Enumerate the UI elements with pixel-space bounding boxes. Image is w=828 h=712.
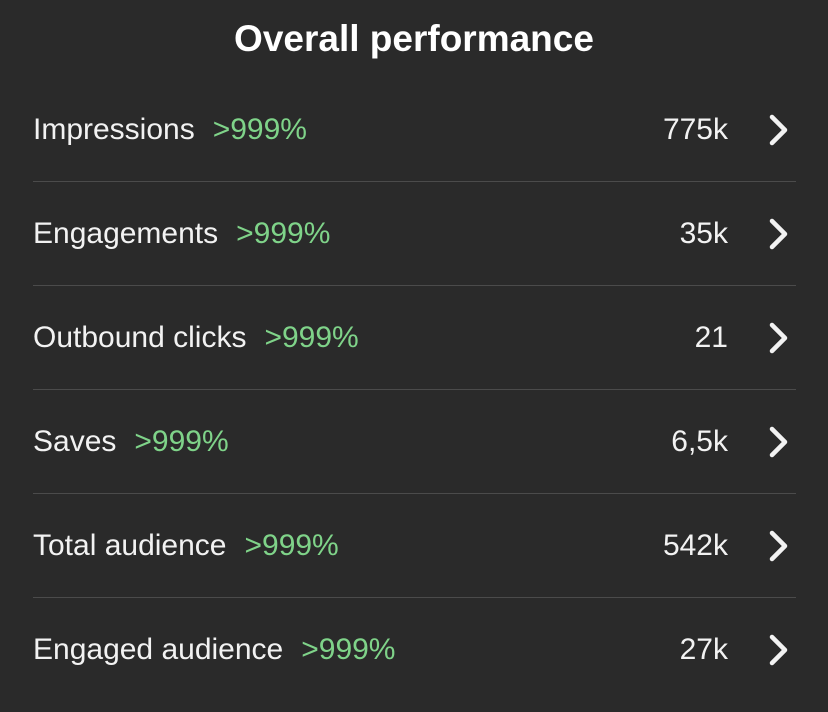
- metric-label-wrap: Engaged audience >999%: [33, 631, 395, 669]
- metric-label-wrap: Total audience >999%: [33, 527, 339, 565]
- metric-label-wrap: Saves >999%: [33, 423, 229, 461]
- chevron-right-icon[interactable]: [768, 217, 790, 251]
- metric-change: >999%: [212, 112, 307, 146]
- overall-performance-panel: Overall performance Impressions >999% 775…: [0, 0, 828, 712]
- metric-label: Engagements: [33, 216, 219, 250]
- metric-change: >999%: [236, 216, 331, 250]
- chevron-right-icon[interactable]: [768, 113, 790, 147]
- panel-title: Overall performance: [234, 18, 594, 59]
- metric-change: >999%: [264, 320, 359, 354]
- metric-label-wrap: Outbound clicks >999%: [33, 319, 359, 357]
- metric-value: 775k: [662, 112, 728, 146]
- metric-label-wrap: Engagements >999%: [33, 215, 330, 253]
- metric-value: 542k: [662, 528, 728, 562]
- metric-row-engagements[interactable]: Engagements >999% 35k: [33, 182, 796, 286]
- metric-change: >999%: [244, 528, 339, 562]
- metric-row-saves[interactable]: Saves >999% 6,5k: [33, 390, 796, 494]
- metric-value: 21: [694, 320, 728, 354]
- metric-row-engaged-audience[interactable]: Engaged audience >999% 27k: [33, 598, 796, 702]
- chevron-right-icon[interactable]: [768, 425, 790, 459]
- metric-change: >999%: [301, 633, 396, 666]
- metric-value: 27k: [679, 633, 728, 666]
- metric-row-outbound-clicks[interactable]: Outbound clicks >999% 21: [33, 286, 796, 390]
- metric-label: Engaged audience: [33, 633, 284, 666]
- metric-value: 35k: [679, 216, 728, 250]
- metric-label: Impressions: [33, 112, 195, 146]
- chevron-right-icon[interactable]: [768, 529, 790, 563]
- chevron-right-icon[interactable]: [768, 633, 790, 667]
- metric-label: Saves: [33, 424, 117, 458]
- chevron-right-icon[interactable]: [768, 321, 790, 355]
- metric-label-wrap: Impressions >999%: [33, 111, 307, 149]
- metric-change: >999%: [134, 424, 229, 458]
- metric-label: Total audience: [33, 528, 227, 562]
- metrics-list: Impressions >999% 775k Engagements >999% 3…: [33, 78, 796, 702]
- metric-value: 6,5k: [671, 424, 728, 458]
- metric-row-impressions[interactable]: Impressions >999% 775k: [33, 78, 796, 182]
- metric-row-total-audience[interactable]: Total audience >999% 542k: [33, 494, 796, 598]
- metric-label: Outbound clicks: [33, 320, 247, 354]
